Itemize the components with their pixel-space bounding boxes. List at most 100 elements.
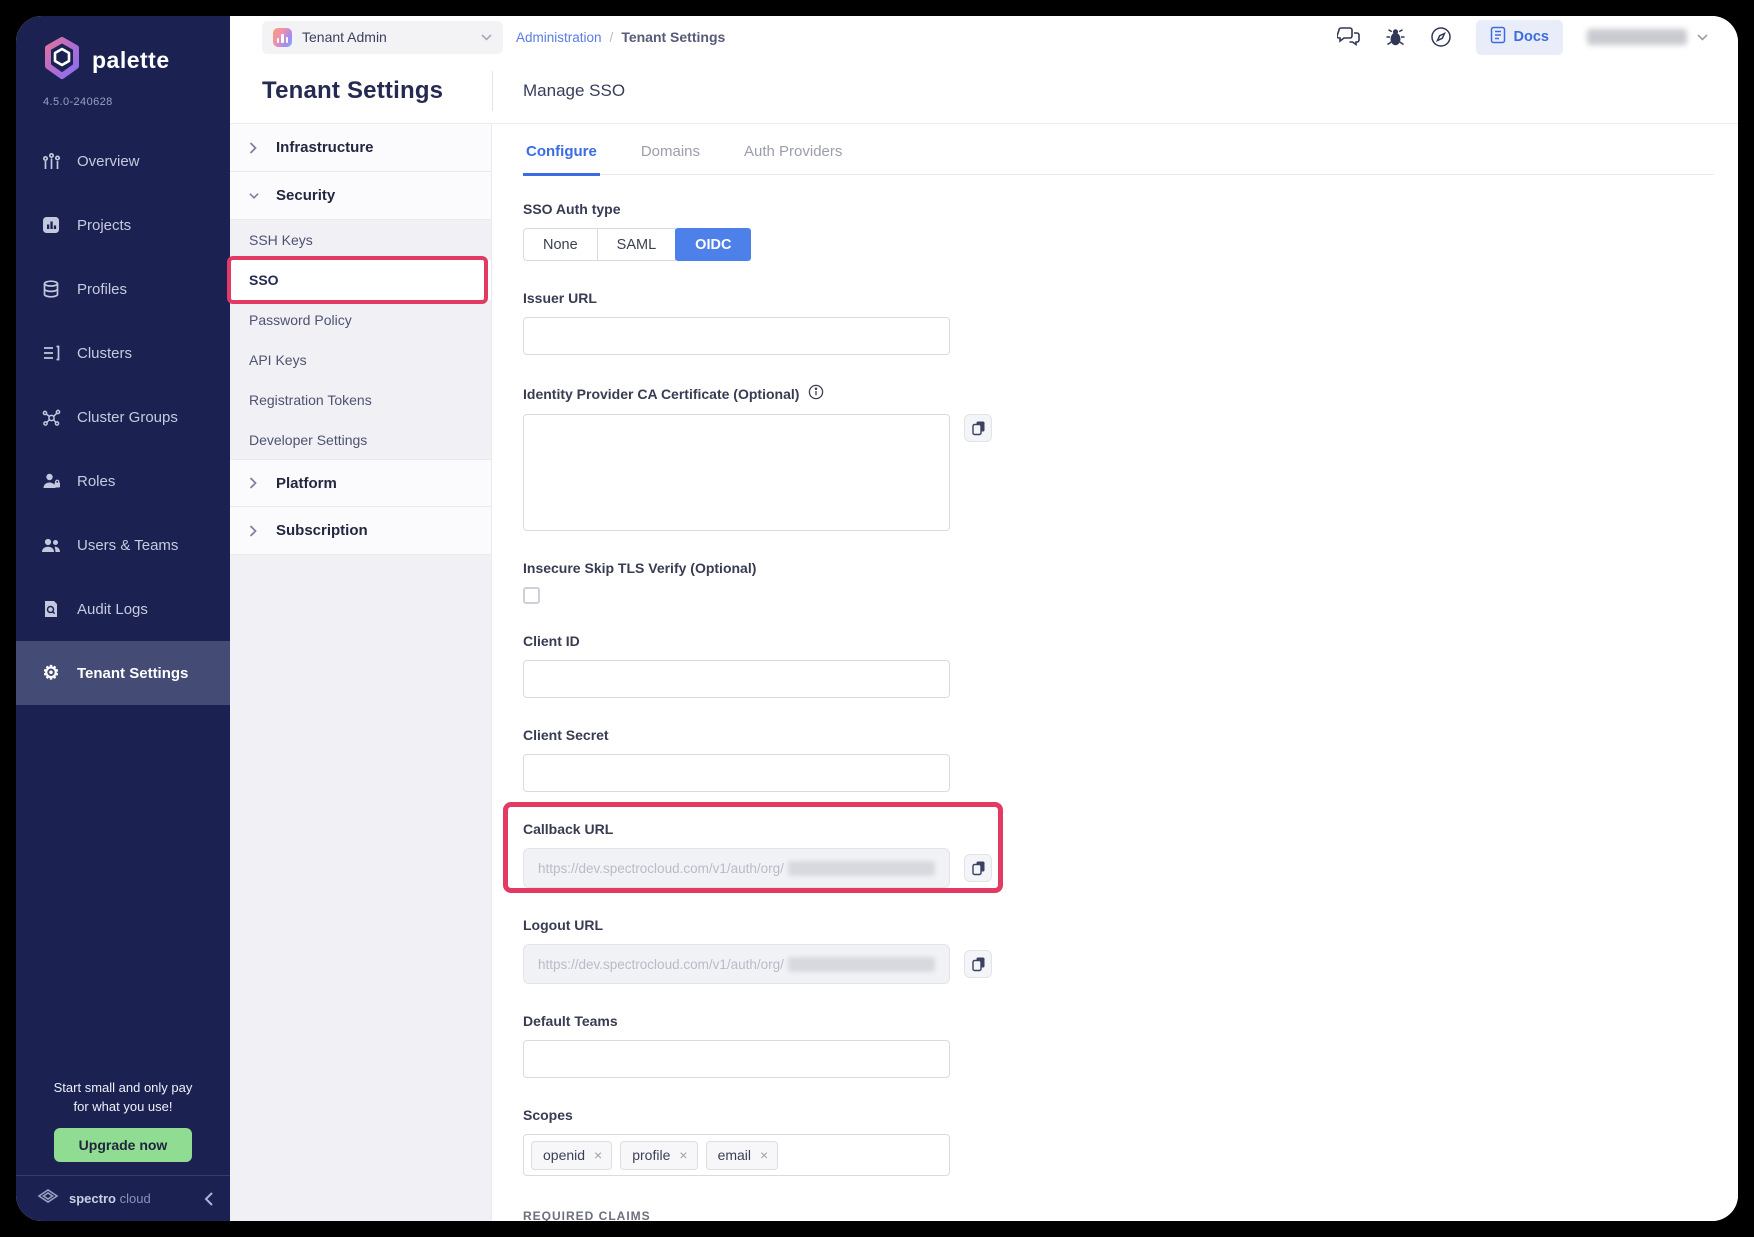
callback-url-input: https://dev.spectrocloud.com/v1/auth/org… [523, 848, 950, 888]
scope-tag: openid × [531, 1141, 612, 1170]
skip-tls-checkbox[interactable] [523, 587, 540, 604]
tenant-admin-icon [273, 28, 292, 47]
settings-group-label: Subscription [276, 522, 368, 539]
breadcrumb: Administration / Tenant Settings [516, 29, 725, 45]
copy-ca-certificate-button[interactable] [964, 414, 992, 442]
breadcrumb-current: Tenant Settings [621, 29, 725, 45]
scope-selector-label: Tenant Admin [302, 29, 471, 45]
scopes-input[interactable]: openid × profile × email × [523, 1134, 950, 1176]
sidebar-item-tenant-settings[interactable]: ⚙ Tenant Settings [16, 641, 230, 705]
field-issuer-url: Issuer URL [523, 290, 1738, 355]
topbar: Tenant Admin Administration / Tenant Set… [230, 16, 1738, 58]
settings-group-label: Platform [276, 475, 337, 492]
docs-icon [1490, 26, 1506, 48]
palette-logo-icon [42, 36, 82, 85]
callback-url-label: Callback URL [523, 821, 1738, 837]
settings-group-security[interactable]: Security [230, 172, 491, 220]
sidebar-item-label: Audit Logs [77, 601, 148, 618]
sidebar-item-label: Clusters [77, 345, 132, 362]
settings-item-ssh-keys[interactable]: SSH Keys [230, 220, 491, 260]
settings-item-sso[interactable]: SSO [230, 260, 491, 300]
sidebar-footer: spectro cloud [16, 1175, 230, 1221]
tab-configure[interactable]: Configure [523, 133, 600, 176]
upgrade-now-button[interactable]: Upgrade now [54, 1128, 193, 1162]
issuer-url-input[interactable] [523, 317, 950, 355]
ca-certificate-label: Identity Provider CA Certificate (Option… [523, 386, 799, 402]
field-ca-certificate: Identity Provider CA Certificate (Option… [523, 384, 1738, 531]
copy-logout-url-button[interactable] [964, 950, 992, 978]
settings-group-infrastructure[interactable]: Infrastructure [230, 124, 491, 172]
default-teams-label: Default Teams [523, 1013, 1738, 1029]
promo-line1: Start small and only pay [16, 1078, 230, 1097]
sidebar-item-label: Projects [77, 217, 131, 234]
breadcrumb-separator: / [610, 30, 614, 45]
settings-group-label: Security [276, 187, 335, 204]
compass-icon[interactable] [1430, 26, 1452, 48]
bug-icon[interactable] [1385, 27, 1406, 48]
collapse-sidebar-icon[interactable] [204, 1192, 214, 1206]
user-menu[interactable] [1587, 28, 1708, 46]
field-default-teams: Default Teams [523, 1013, 1738, 1078]
sidebar-item-profiles[interactable]: Profiles [16, 257, 230, 321]
settings-item-developer-settings[interactable]: Developer Settings [230, 420, 491, 460]
sidebar-item-users-teams[interactable]: Users & Teams [16, 513, 230, 577]
app-window: palette 4.5.0-240628 Overview [16, 16, 1738, 1221]
redacted-org-id [788, 957, 935, 972]
settings-group-label: Infrastructure [276, 139, 374, 156]
default-teams-input[interactable] [523, 1040, 950, 1078]
docs-button[interactable]: Docs [1476, 20, 1563, 55]
settings-item-api-keys[interactable]: API Keys [230, 340, 491, 380]
remove-tag-icon[interactable]: × [594, 1147, 602, 1163]
sidebar-item-projects[interactable]: Projects [16, 193, 230, 257]
client-id-input[interactable] [523, 660, 950, 698]
chevron-right-icon [249, 142, 259, 154]
subpage-title: Manage SSO [493, 81, 625, 101]
tab-domains[interactable]: Domains [638, 133, 703, 176]
remove-tag-icon[interactable]: × [679, 1147, 687, 1163]
scope-selector-dropdown[interactable]: Tenant Admin [262, 21, 503, 54]
sidebar-item-cluster-groups[interactable]: Cluster Groups [16, 385, 230, 449]
spectro-cloud-logo-icon [36, 1184, 60, 1213]
settings-group-platform[interactable]: Platform [230, 459, 491, 507]
client-id-label: Client ID [523, 633, 1738, 649]
sidebar-item-label: Tenant Settings [77, 665, 188, 682]
sso-configure-panel: Configure Domains Auth Providers SSO Aut… [492, 124, 1738, 1221]
sidebar-item-label: Roles [77, 473, 115, 490]
page-header: Tenant Settings Manage SSO [230, 58, 1738, 124]
gear-icon: ⚙ [40, 664, 62, 683]
tab-auth-providers[interactable]: Auth Providers [741, 133, 845, 176]
client-secret-label: Client Secret [523, 727, 1738, 743]
logout-url-input: https://dev.spectrocloud.com/v1/auth/org… [523, 944, 950, 984]
field-skip-tls: Insecure Skip TLS Verify (Optional) [523, 560, 1738, 604]
auth-type-saml-button[interactable]: SAML [597, 228, 677, 261]
copy-callback-url-button[interactable] [964, 854, 992, 882]
sidebar-item-clusters[interactable]: Clusters [16, 321, 230, 385]
settings-group-subscription[interactable]: Subscription [230, 507, 491, 555]
skip-tls-label: Insecure Skip TLS Verify (Optional) [523, 560, 1738, 576]
remove-tag-icon[interactable]: × [760, 1147, 768, 1163]
auth-type-none-button[interactable]: None [523, 228, 598, 261]
chat-icon[interactable] [1337, 27, 1361, 47]
profiles-stack-icon [40, 279, 62, 299]
info-icon[interactable] [808, 384, 824, 403]
sso-auth-type-segmented-control: None SAML OIDC [523, 228, 1738, 261]
settings-item-password-policy[interactable]: Password Policy [230, 300, 491, 340]
upgrade-promo: Start small and only pay for what you us… [16, 1078, 230, 1175]
ca-certificate-textarea[interactable] [523, 414, 950, 531]
breadcrumb-administration[interactable]: Administration [516, 30, 602, 45]
audit-logs-icon [40, 599, 62, 619]
footer-brand-bold: spectro [69, 1191, 116, 1206]
settings-item-registration-tokens[interactable]: Registration Tokens [230, 380, 491, 420]
field-callback-url: Callback URL https://dev.spectrocloud.co… [523, 821, 1738, 888]
sidebar-item-audit-logs[interactable]: Audit Logs [16, 577, 230, 641]
chevron-down-icon [481, 28, 492, 46]
sidebar-item-roles[interactable]: Roles [16, 449, 230, 513]
sso-auth-type-label: SSO Auth type [523, 201, 1738, 217]
users-teams-icon [40, 535, 62, 556]
auth-type-oidc-button[interactable]: OIDC [675, 228, 751, 261]
sidebar-item-label: Cluster Groups [77, 409, 178, 426]
security-sub-list: SSH Keys SSO Password Policy API Keys Re… [230, 220, 491, 460]
sidebar-item-overview[interactable]: Overview [16, 129, 230, 193]
client-secret-input[interactable] [523, 754, 950, 792]
field-client-id: Client ID [523, 633, 1738, 698]
